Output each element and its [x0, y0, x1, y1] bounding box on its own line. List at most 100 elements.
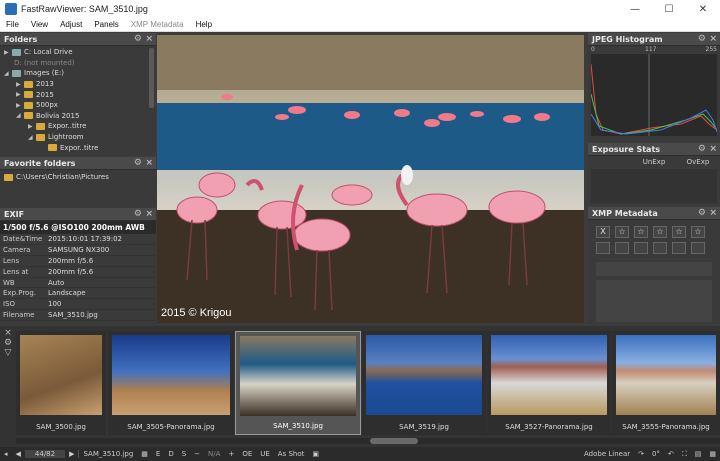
label-button[interactable] — [596, 242, 610, 254]
folders-scrollbar[interactable] — [149, 48, 154, 108]
label-button[interactable] — [634, 242, 648, 254]
file-counter: 44/82 — [24, 450, 66, 458]
menu-panels[interactable]: Panels — [88, 20, 124, 29]
thumbnail[interactable]: SAM_3555-Panorama.jpg — [612, 331, 720, 435]
underexposure-toggle[interactable]: UE — [256, 450, 274, 458]
profile-select[interactable]: Adobe Linear — [580, 450, 634, 458]
filmstrip-scroll-thumb[interactable] — [370, 438, 418, 444]
folder-item[interactable]: D: (not mounted) — [0, 58, 156, 69]
exposure-value: N/A — [208, 450, 221, 458]
close-icon[interactable]: × — [145, 209, 153, 219]
thumbnail[interactable]: SAM_3519.jpg — [362, 331, 486, 435]
status-bar: ◂ ◀ 44/82 ▶ SAM_3510.jpg ▦ E D S − N/A +… — [0, 447, 720, 461]
thumbnail-image — [20, 335, 102, 415]
thumbnail-caption: SAM_3500.jpg — [36, 423, 86, 431]
gear-icon[interactable]: ⚙ — [0, 338, 16, 348]
grid-view-icon[interactable]: ▦ — [705, 450, 720, 458]
histogram-tick: 0 — [591, 46, 595, 53]
prev-icon[interactable]: ◀ — [12, 450, 25, 458]
gear-icon[interactable]: ⚙ — [698, 208, 706, 218]
xmp-title: XMP Metadata — [592, 208, 658, 218]
folder-item[interactable]: ◢ Images (E:) — [0, 68, 156, 79]
close-icon[interactable]: × — [709, 34, 717, 44]
gear-icon[interactable]: ⚙ — [134, 209, 142, 219]
filter-icon[interactable]: ▽ — [0, 348, 16, 358]
folder-item[interactable]: ▶ 500px — [0, 100, 156, 111]
folder-item[interactable]: ◢ Bolivia 2015 — [0, 111, 156, 122]
thumbnail-caption: SAM_3555-Panorama.jpg — [622, 423, 710, 431]
exif-summary: 1/500 f/5.6 @ISO100 200mm AWB — [0, 221, 156, 234]
rotate-right-icon[interactable]: ↷ — [634, 450, 648, 458]
filmstrip-scrollbar[interactable] — [16, 438, 720, 444]
toggle-d[interactable]: D — [164, 450, 177, 458]
nav-icon[interactable]: ◂ — [0, 450, 12, 458]
menu-file[interactable]: File — [0, 20, 25, 29]
menu-bar: File View Adjust Panels XMP Metadata Hel… — [0, 18, 720, 32]
folder-item[interactable]: ◢ Lightroom — [0, 132, 156, 143]
thumbnail[interactable]: SAM_3500.jpg — [16, 331, 106, 435]
folder-icon — [24, 101, 33, 109]
histogram-panel: JPEG Histogram ⚙ × 0 117 255 — [588, 33, 720, 141]
wb-picker-icon[interactable]: ▣ — [308, 450, 323, 458]
folders-title: Folders — [4, 34, 38, 44]
star-2-button[interactable]: ☆ — [634, 226, 648, 238]
star-5-button[interactable]: ☆ — [691, 226, 705, 238]
thumbnail-selected[interactable]: SAM_3510.jpg — [235, 331, 361, 435]
favorite-item[interactable]: C:\Users\Christian\Pictures — [0, 172, 156, 183]
menu-adjust[interactable]: Adjust — [54, 20, 88, 29]
calendar-icon[interactable]: ▦ — [137, 450, 152, 458]
exif-row: Lens 200mm f/5.6 — [0, 256, 156, 267]
drive-icon — [12, 69, 21, 77]
gear-icon[interactable]: ⚙ — [134, 34, 142, 44]
reject-button[interactable]: X — [596, 226, 610, 238]
close-button[interactable]: ✕ — [686, 0, 720, 18]
thumbnail-image — [616, 335, 716, 415]
folder-item[interactable]: ▶ 2013 — [0, 79, 156, 90]
menu-view[interactable]: View — [25, 20, 54, 29]
label-button[interactable] — [691, 242, 705, 254]
label-button[interactable] — [615, 242, 629, 254]
toggle-s[interactable]: S — [178, 450, 190, 458]
close-icon[interactable]: × — [0, 328, 16, 338]
close-icon[interactable]: × — [709, 144, 717, 154]
ovexp-label: OvExp — [686, 158, 710, 166]
exif-row: Exp.Prog. Landscape — [0, 288, 156, 300]
folder-item[interactable]: ▶ 2015 — [0, 89, 156, 100]
close-icon[interactable]: × — [145, 158, 153, 168]
exif-row: Lens at 200mm f/5.6 — [0, 267, 156, 278]
label-button[interactable] — [672, 242, 686, 254]
minus-icon[interactable]: − — [190, 450, 204, 458]
label-button[interactable] — [653, 242, 667, 254]
menu-xmp-metadata[interactable]: XMP Metadata — [125, 20, 190, 29]
view-mode-icon[interactable]: ▤ — [691, 450, 706, 458]
main-photo[interactable]: 2015 © Krigou — [157, 35, 584, 323]
overexposure-toggle[interactable]: OE — [238, 450, 256, 458]
folder-item[interactable]: ▶ C: Local Drive — [0, 47, 156, 58]
rotate-left-icon[interactable]: ↶ — [664, 450, 678, 458]
gear-icon[interactable]: ⚙ — [134, 158, 142, 168]
star-3-button[interactable]: ☆ — [653, 226, 667, 238]
fullscreen-icon[interactable]: ⛶ — [678, 450, 691, 459]
thumbnail[interactable]: SAM_3505-Panorama.jpg — [108, 331, 234, 435]
plus-icon[interactable]: + — [224, 450, 238, 458]
exif-row: ISO 100 — [0, 299, 156, 311]
menu-help[interactable]: Help — [190, 20, 218, 29]
star-4-button[interactable]: ☆ — [672, 226, 686, 238]
minimize-button[interactable]: — — [618, 0, 652, 18]
folder-item[interactable]: Expor..titre — [0, 142, 156, 153]
xmp-field[interactable] — [596, 262, 712, 276]
thumbnail[interactable]: SAM_3527-Panorama.jpg — [487, 331, 611, 435]
xmp-description[interactable] — [596, 280, 712, 322]
close-icon[interactable]: × — [709, 208, 717, 218]
close-icon[interactable]: × — [145, 34, 153, 44]
white-balance[interactable]: As Shot — [274, 450, 309, 458]
folder-item[interactable]: ▶ Expor..titre — [0, 121, 156, 132]
exposure-panel: Exposure Stats ⚙ × UnExp OvExp — [588, 143, 720, 205]
star-1-button[interactable]: ☆ — [615, 226, 629, 238]
next-icon[interactable]: ▶ — [65, 450, 78, 458]
filmstrip-toolbar: × ⚙ ▽ — [0, 328, 16, 443]
gear-icon[interactable]: ⚙ — [698, 34, 706, 44]
gear-icon[interactable]: ⚙ — [698, 144, 706, 154]
maximize-button[interactable]: ☐ — [652, 0, 686, 18]
toggle-e[interactable]: E — [152, 450, 164, 458]
